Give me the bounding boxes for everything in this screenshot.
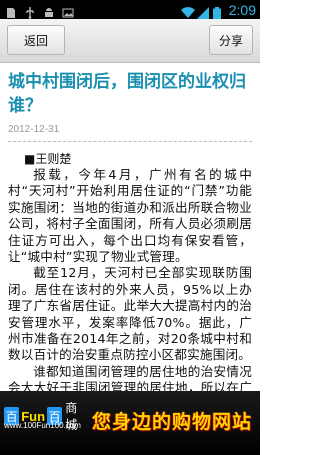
ad-banner[interactable]: 百 Fun 百 商城 www.100Fun100.com 您身边的购物网站	[0, 391, 260, 455]
sd-card-icon	[5, 4, 17, 18]
wifi-icon	[180, 4, 195, 18]
article-paragraph: 报载，今年4月，广州有名的城中村“天河村”开始利用居住证的“门禁”功能实施围闭：…	[8, 167, 252, 265]
mall-logo: 百 Fun 百 商城 www.100Fun100.com	[4, 399, 88, 447]
article-paragraph: 截至12月，天河村已全部实现联防围闭。居住在该村的外来人员，95%以上办理了广东…	[8, 265, 252, 363]
banner-slogan: 您身边的购物网站	[92, 411, 253, 433]
top-toolbar: 返回 分享	[0, 19, 260, 63]
back-button[interactable]: 返回	[7, 25, 65, 55]
status-clock: 2:09	[228, 1, 256, 18]
usb-icon	[24, 4, 36, 19]
picture-icon	[62, 4, 74, 17]
signal-icon	[196, 4, 209, 19]
android-debug-icon	[43, 4, 55, 17]
status-bar: 2:09	[0, 0, 260, 19]
article-paragraph: 谁都知道围闭管理的居住地的治安情况会大大好于非围闭管理的居住地，所以在广州的许多…	[8, 363, 252, 391]
article-content[interactable]: 城中村围闭后，围闭区的业权归谁？ 2012-12-31 ■王则楚 报载，今年4月…	[0, 64, 260, 391]
article-title: 城中村围闭后，围闭区的业权归谁？	[8, 72, 246, 116]
article-author: ■王则楚	[24, 152, 72, 166]
logo-url: www.100Fun100.com	[4, 421, 81, 430]
share-button[interactable]: 分享	[209, 25, 253, 55]
article-date: 2012-12-31	[8, 124, 60, 135]
title-divider	[8, 141, 252, 142]
battery-icon	[212, 4, 221, 19]
